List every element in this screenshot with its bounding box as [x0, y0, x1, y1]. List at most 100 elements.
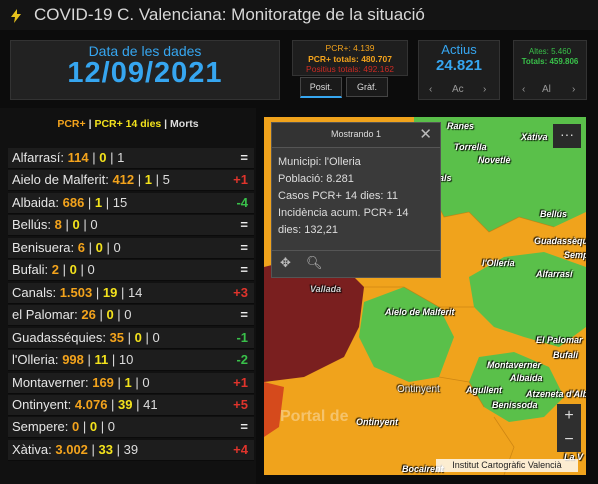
morts-count: 0 [124, 307, 132, 323]
list-item[interactable]: el Palomar: 26 | 0 | 0 = [8, 305, 254, 327]
place-alfarrasi-label: Alfarrasí [536, 269, 573, 279]
morts-count: 39 [123, 441, 139, 457]
morts-count: 0 [87, 262, 95, 278]
altes-totals: Totals: 459.806 [521, 57, 579, 66]
separator: | [84, 194, 95, 210]
separator: | [87, 441, 99, 457]
list-item[interactable]: Alfarrasí: 114 | 0 | 1 = [8, 148, 254, 169]
separator: | [141, 329, 153, 345]
separator: | [61, 217, 73, 233]
popup-incidencia-value: dies: 132,21 [278, 224, 338, 236]
trend-delta: -2 [236, 352, 248, 368]
pcr-14-dies: 0 [69, 262, 77, 278]
separator: | [124, 329, 135, 345]
separator: | [106, 150, 118, 165]
popup-title: Mostrando 1 [330, 129, 382, 139]
pcr-count: PCR+: 4.139 [325, 43, 375, 53]
morts-count: 41 [143, 396, 158, 412]
pcr-14-dies: 0 [95, 239, 103, 255]
place-novetle-label: Novetlè [478, 155, 511, 165]
trend-delta: -4 [236, 194, 248, 210]
municipality-name: Bufali: [12, 262, 49, 278]
morts-count: 5 [162, 172, 170, 188]
feature-popup: Mostrando 1 ✕ Municipi: l'Olleria Poblac… [271, 122, 441, 278]
list-item[interactable]: Xàtiva: 3.002 | 33 | 39 +4 [8, 439, 254, 461]
altes-prev-button[interactable]: ‹ [522, 85, 525, 95]
separator: | [102, 239, 114, 255]
place-xativa-label: Xàtiva [521, 132, 548, 142]
pcr-total: 998 [62, 352, 84, 368]
list-item[interactable]: Aielo de Malferit: 412 | 1 | 5 +1 [8, 170, 254, 192]
separator: | [131, 374, 143, 390]
list-item[interactable]: Albaida: 686 | 1 | 15 -4 [8, 192, 254, 214]
trend-delta: = [240, 262, 248, 278]
separator: | [132, 396, 144, 412]
list-item[interactable]: Sempere: 0 | 0 | 0 = [8, 417, 254, 439]
zoom-in-button[interactable]: + [557, 404, 581, 428]
pcr-14-dies: 0 [106, 307, 114, 323]
list-item[interactable]: Guadasséquies: 35 | 0 | 0 -1 [8, 327, 254, 349]
separator: | [134, 172, 145, 188]
separator: | [88, 150, 100, 165]
actius-value: 24.821 [436, 57, 482, 74]
actius-panel: Actius 24.821 ‹ Ac › [418, 40, 500, 100]
pcr-14-dies: 33 [98, 441, 113, 457]
municipality-name: Alfarrasí: [12, 150, 65, 165]
zoom-out-button[interactable]: − [557, 428, 581, 452]
place-guadasseq-label: Guadassèquies [534, 236, 586, 246]
close-icon[interactable]: ✕ [419, 125, 432, 143]
bolt-icon [11, 9, 21, 23]
list-item[interactable]: l'Olleria: 998 | 11 | 10 -2 [8, 350, 254, 372]
pcr-summary-panel: PCR+: 4.139 PCR+ totals: 480.707 Positiu… [292, 40, 408, 76]
municipality-name: Aielo de Malferit: [12, 172, 109, 188]
pan-icon[interactable]: ✥ [280, 255, 291, 271]
pcr-total: 2 [51, 262, 59, 278]
pcr-total: 169 [92, 374, 114, 390]
map-region-aielo-area [359, 287, 454, 382]
tab-positius[interactable]: Posit. [300, 77, 342, 98]
date-panel: Data de les dades 12/09/2021 [10, 40, 280, 100]
separator: | [97, 419, 108, 435]
separator: | [95, 307, 107, 323]
pcr-total: 1.503 [59, 284, 93, 300]
morts-count: 0 [113, 239, 121, 255]
list-item[interactable]: Montaverner: 169 | 1 | 0 +1 [8, 372, 254, 394]
list-item[interactable]: Bufali: 2 | 0 | 0 = [8, 260, 254, 282]
pcr-totals: PCR+ totals: 480.707 [308, 53, 392, 64]
list-item[interactable]: Benisuera: 6 | 0 | 0 = [8, 237, 254, 259]
place-ontinyent2-label: Ontinyent [356, 417, 398, 427]
pcr-total: 4.076 [74, 396, 108, 412]
morts-count: 0 [90, 217, 98, 233]
trend-delta: +3 [233, 284, 248, 300]
altes-next-button[interactable]: › [572, 85, 575, 95]
trend-delta: = [240, 217, 248, 233]
actius-prev-button[interactable]: ‹ [429, 84, 432, 95]
pcr-total: 35 [109, 329, 125, 345]
morts-count: 14 [127, 284, 143, 300]
list-item[interactable]: Bellús: 8 | 0 | 0 = [8, 215, 254, 237]
popup-header: Mostrando 1 ✕ [272, 123, 440, 148]
pcr-14-dies: 19 [102, 284, 118, 300]
more-menu-button[interactable]: ··· [553, 124, 581, 148]
municipality-name: Montaverner: [12, 374, 89, 390]
separator: | [92, 284, 103, 300]
zoom-to-icon[interactable]: 🔍︎ [306, 255, 323, 271]
tab-grafic[interactable]: Gràf. [346, 77, 388, 97]
trend-delta: +4 [233, 441, 248, 457]
list-item[interactable]: Canals: 1.503 | 19 | 14 +3 [8, 282, 254, 304]
place-benissoda-label: Benissoda [492, 400, 538, 410]
pcr-total: 26 [81, 307, 96, 323]
trend-delta: = [240, 150, 248, 165]
actius-next-button[interactable]: › [483, 84, 486, 95]
place-montaverner-label: Montaverner [487, 360, 542, 370]
morts-count: 1 [117, 150, 125, 165]
separator: | [102, 194, 113, 210]
place-palomar-label: El Palomar [536, 335, 583, 345]
actius-page-indicator: Ac [452, 84, 464, 95]
separator: | [117, 284, 128, 300]
list-item[interactable]: Ontinyent: 4.076 | 39 | 41 +5 [8, 394, 254, 416]
municipality-name: Sempere: [12, 419, 69, 435]
popup-incidencia-label: Incidència acum. PCR+ 14 [278, 207, 409, 219]
popup-poblacio: Població: 8.281 [278, 173, 354, 185]
morts-count: 10 [118, 352, 134, 368]
